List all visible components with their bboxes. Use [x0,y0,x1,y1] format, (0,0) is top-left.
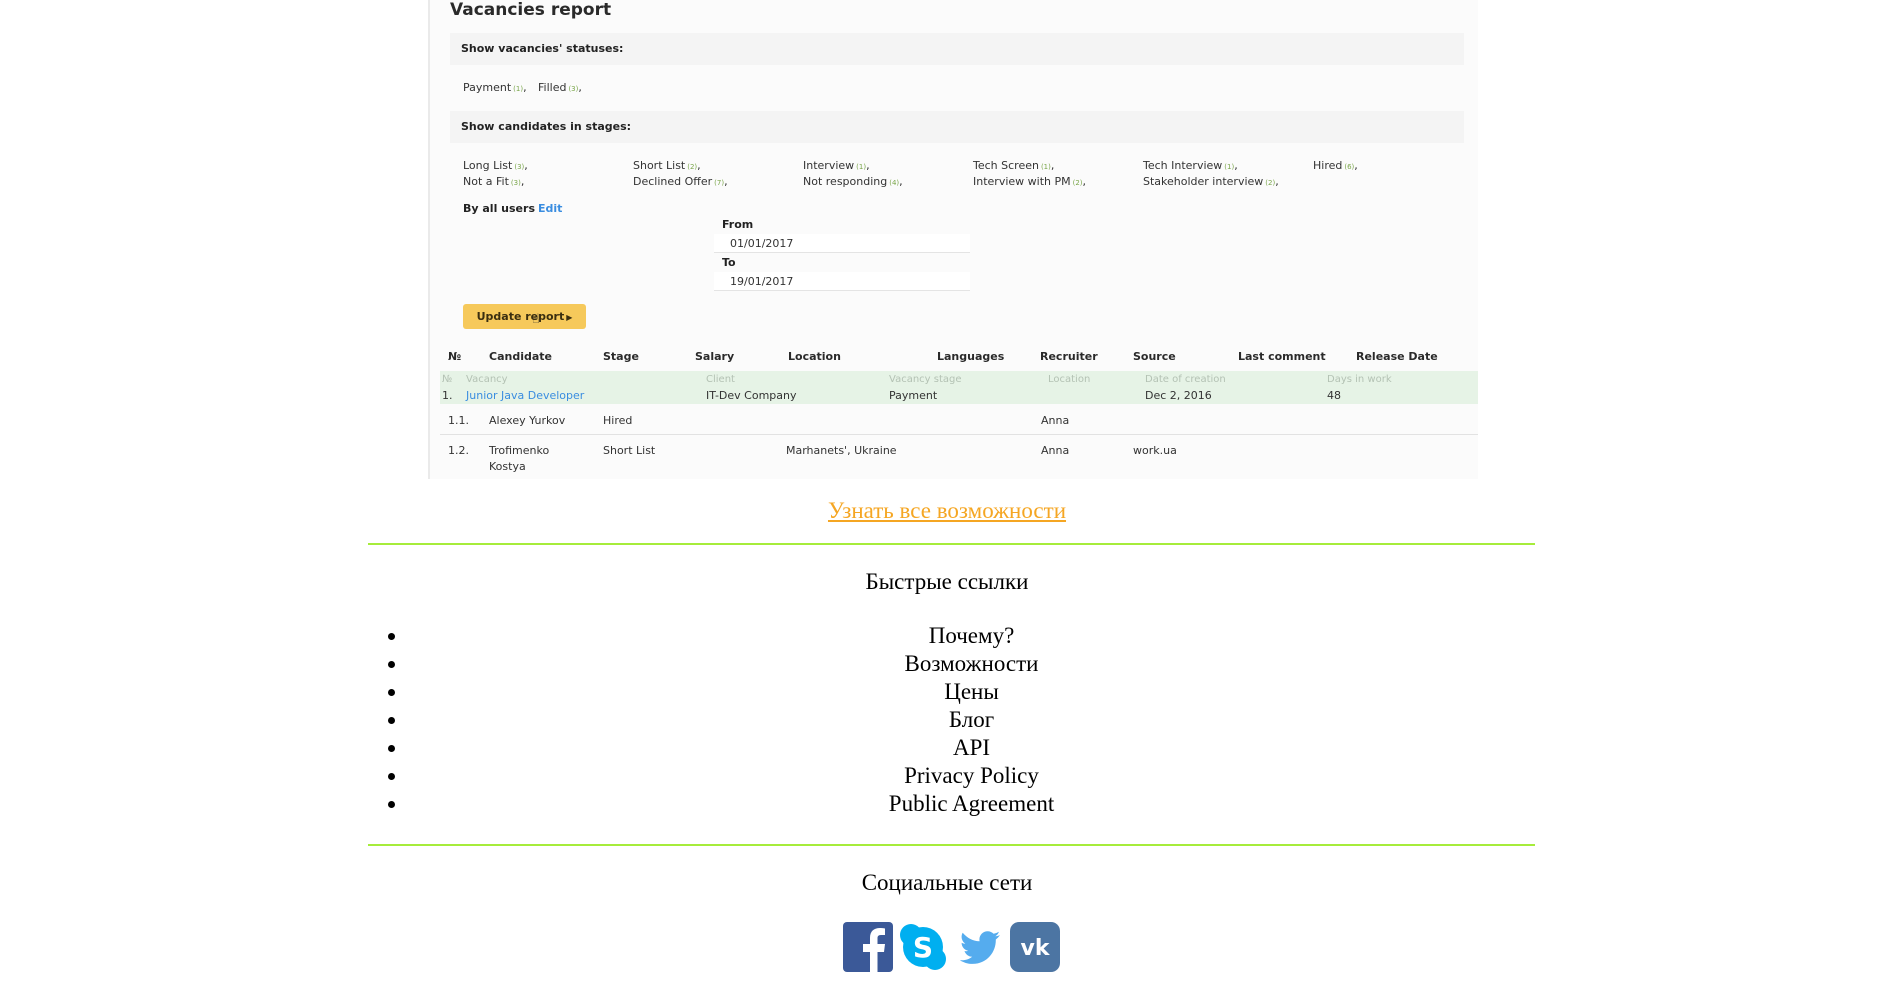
stage-chip: Not a Fit (3), [463,175,525,188]
vacancy-days: 48 [1327,389,1341,402]
vacancy-subheader: Vacancy stage [889,374,962,385]
col-header: Candidate [489,350,552,363]
stage-chip: Stakeholder interview (2), [1143,175,1279,188]
twitter-icon[interactable] [954,922,1004,972]
divider [368,844,1535,846]
vacancy-client: IT-Dev Company [706,389,797,402]
candidate-location: Marhanets', Ukraine [786,444,897,457]
statuses-section-title: Show vacancies' statuses: [450,33,1464,65]
vacancy-subheader: Vacancy [466,374,508,385]
update-report-button: Update report ▶ [463,304,586,329]
svg-text:vk: vk [1021,936,1051,961]
vk-icon[interactable]: vk [1010,922,1060,972]
social-title: Социальные сети [861,870,1033,895]
candidate-recruiter: Anna [1041,414,1070,427]
col-header: Release Date [1356,350,1438,363]
candidate-source: work.ua [1133,444,1177,457]
vacancy-subheader: № [442,374,453,385]
col-header: Languages [937,350,1005,363]
report-screenshot: Vacancies report Show vacancies' statuse… [428,0,1478,479]
vacancy-subheader: Days in work [1327,374,1392,385]
candidate-number: 1.2. [448,444,469,457]
vacancy-subheader: Location [1048,374,1091,385]
candidate-recruiter: Anna [1041,444,1070,457]
from-label: From [722,218,754,231]
col-header: Location [788,350,841,363]
vacancy-subheader: Client [706,374,735,385]
divider [368,543,1535,545]
from-date-field: 01/01/2017 [714,234,970,253]
to-label: To [722,256,736,269]
edit-link: Edit [538,202,563,215]
stage-chip: Not responding (4), [803,175,903,188]
learn-more-link[interactable]: Узнать все возможности [828,498,1066,523]
vacancy-stage: Payment [889,389,938,402]
candidate-stage: Hired [603,414,633,427]
stage-chip: Long List (3), [463,159,528,172]
quick-link-why[interactable]: Почему? [408,622,1535,650]
stage-chip: Interview (1), [803,159,870,172]
vacancy-subheader: Date of creation [1145,374,1226,385]
facebook-icon[interactable] [843,922,893,972]
vacancy-link: Junior Java Developer [466,389,585,402]
stage-chip: Tech Interview (1), [1143,159,1238,172]
candidate-name: Trofimenko [489,444,550,457]
vacancy-row: № Vacancy Client Vacancy stage Location … [440,371,1478,404]
stage-chip: Interview with PM (2), [973,175,1087,188]
candidate-name-line2: Kostya [489,460,526,473]
status-chip-payment: Payment (1), [463,81,527,94]
col-header: Recruiter [1040,350,1098,363]
quick-links-title: Быстрые ссылки [865,569,1029,594]
quick-link-features[interactable]: Возможности [408,650,1535,678]
col-header: Salary [695,350,735,363]
stage-chip: Short List (2), [633,159,701,172]
svg-text:S: S [913,931,933,964]
row-divider [440,434,1478,435]
stage-chip: Hired (6), [1313,159,1358,172]
quick-link-prices[interactable]: Цены [408,678,1535,706]
to-date-field: 19/01/2017 [714,272,970,291]
stages-section-title: Show candidates in stages: [450,111,1464,143]
learn-more: Узнать все возможности [0,498,1894,524]
status-chip-filled: Filled (3), [538,81,582,94]
report-title: Vacancies report [450,0,612,20]
quick-link-api[interactable]: API [408,734,1535,762]
triangle-right-icon: ▶ [566,313,573,322]
candidate-stage: Short List [603,444,656,457]
stage-chip: Tech Screen (1), [973,159,1055,172]
vacancy-number: 1. [442,389,453,402]
stage-chip: Declined Offer (7), [633,175,728,188]
col-header: № [448,350,462,363]
candidate-number: 1.1. [448,414,469,427]
hand-cursor-icon: ☝ [532,312,540,327]
candidate-name: Alexey Yurkov [489,414,566,427]
col-header: Last comment [1238,350,1326,363]
social-icons: S vk [843,922,1063,972]
col-header: Source [1133,350,1176,363]
quick-link-public-agreement[interactable]: Public Agreement [408,790,1535,818]
col-header: Stage [603,350,639,363]
quick-link-blog[interactable]: Блог [408,706,1535,734]
quick-links-list: Почему? Возможности Цены Блог API Privac… [368,622,1535,818]
vacancy-date: Dec 2, 2016 [1145,389,1212,402]
quick-link-privacy-policy[interactable]: Privacy Policy [408,762,1535,790]
skype-icon[interactable]: S [898,922,948,972]
by-all-users: By all users Edit [463,202,563,215]
